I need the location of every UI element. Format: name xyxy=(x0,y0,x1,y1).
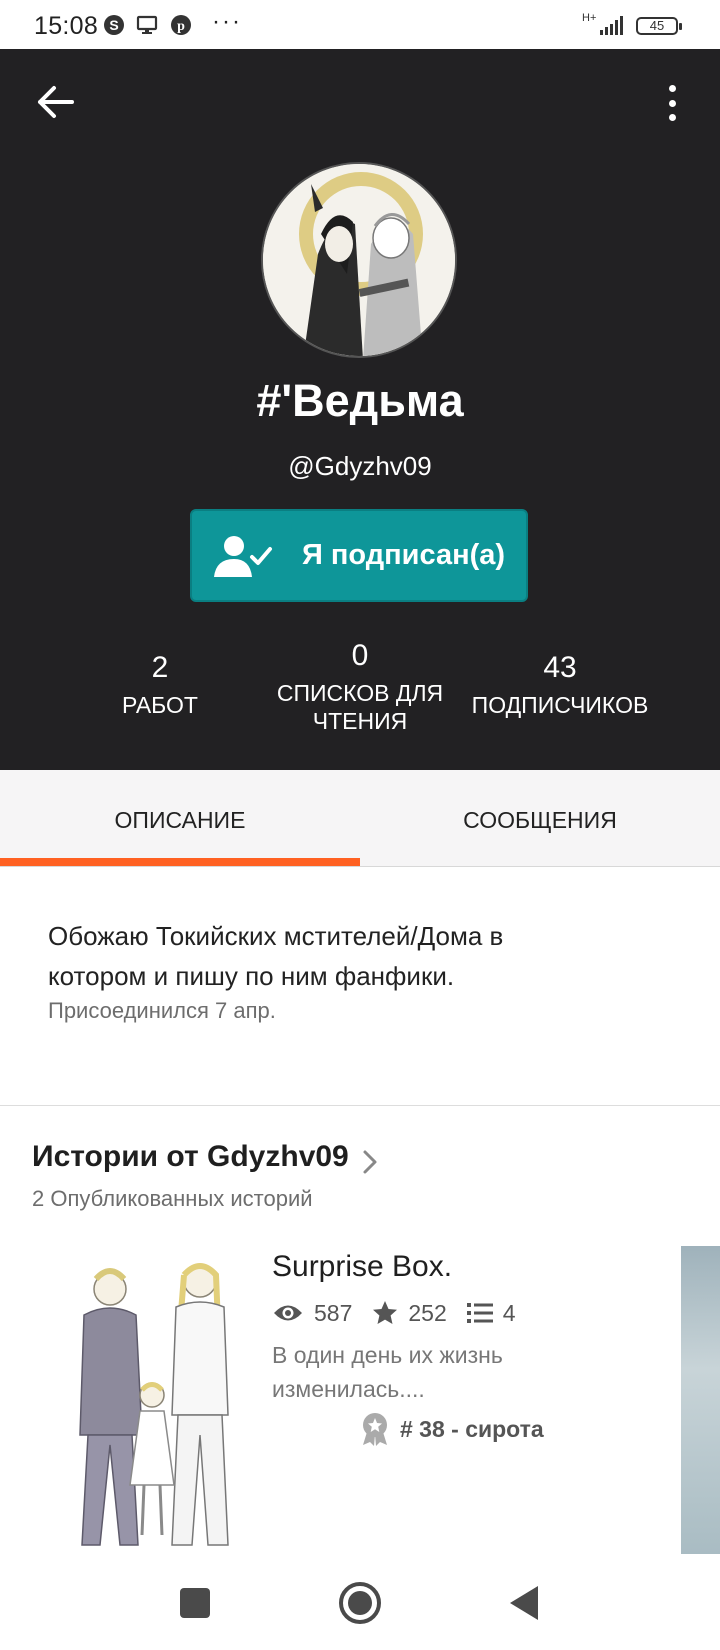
stat-followers-label: ПОДПИСЧИКОВ xyxy=(471,692,649,718)
list-icon xyxy=(466,1303,493,1323)
stat-works-value: 2 xyxy=(151,651,169,684)
next-story-cover[interactable] xyxy=(681,1246,720,1554)
votes-value: 252 xyxy=(408,1299,447,1326)
display-name: #'Ведьма xyxy=(256,375,464,426)
tab-about[interactable]: ОПИСАНИЕ xyxy=(0,770,360,866)
battery-icon: 45 xyxy=(636,17,682,35)
stories-title[interactable]: Истории от Gdyzhv09 xyxy=(32,1140,349,1174)
monitor-icon xyxy=(136,14,158,36)
section-divider xyxy=(0,1105,720,1106)
stat-lists-value: 0 xyxy=(351,639,369,672)
follow-button[interactable]: Я подписан(а) xyxy=(190,509,528,602)
stat-lists-label-line1: СПИСКОВ ДЛЯ xyxy=(276,680,444,706)
skype-icon: S xyxy=(103,14,125,36)
status-bar: 15:08 S p ··· H+ 45 xyxy=(0,0,720,49)
profile-tabs: ОПИСАНИЕ СООБЩЕНИЯ xyxy=(0,770,720,867)
svg-text:S: S xyxy=(109,17,118,33)
story-description: В один день их жизнь изменилась.... xyxy=(272,1338,572,1406)
follow-label: Я подписан(а) xyxy=(302,539,506,571)
stat-followers[interactable]: 43 ПОДПИСЧИКОВ xyxy=(460,651,660,719)
story-meta: 587 252 4 xyxy=(272,1296,536,1330)
profile-header: #'Ведьма @Gdyzhv09 Я подписан(а) 2 РАБОТ… xyxy=(0,49,720,770)
more-options-button[interactable] xyxy=(660,85,684,121)
network-type: H+ xyxy=(582,12,597,24)
back-arrow-icon xyxy=(38,86,74,118)
ribbon-icon xyxy=(363,1413,387,1446)
pinterest-icon: p xyxy=(170,14,192,36)
chevron-right-icon[interactable] xyxy=(362,1149,378,1175)
reads-value: 587 xyxy=(314,1299,353,1326)
story-title[interactable]: Surprise Box. xyxy=(272,1250,452,1284)
user-check-icon xyxy=(214,536,272,577)
about-text-line1: Обожаю Токийских мстителей/Дома в xyxy=(48,921,504,951)
stat-reading-lists[interactable]: 0 СПИСКОВ ДЛЯ ЧТЕНИЯ xyxy=(260,639,460,735)
votes-count: 252 xyxy=(372,1299,447,1327)
username: @Gdyzhv09 xyxy=(288,451,432,481)
parts-value: 4 xyxy=(502,1299,516,1326)
system-back-button[interactable] xyxy=(508,1584,540,1622)
status-time: 15:08 xyxy=(34,12,99,40)
eye-icon xyxy=(274,1305,302,1321)
reads-count: 587 xyxy=(272,1300,352,1327)
tab-messages[interactable]: СООБЩЕНИЯ xyxy=(360,770,720,866)
recent-apps-button[interactable] xyxy=(180,1588,210,1618)
star-icon xyxy=(373,1301,398,1324)
back-button[interactable] xyxy=(36,85,76,119)
story-cover[interactable] xyxy=(32,1245,240,1553)
system-nav-bar xyxy=(0,1554,720,1650)
story-description-line1: В один день их жизнь xyxy=(272,1342,503,1368)
stat-works-label: РАБОТ xyxy=(122,692,198,718)
svg-text:p: p xyxy=(177,19,185,34)
story-description-line2: изменилась.... xyxy=(272,1376,425,1402)
home-button[interactable] xyxy=(338,1581,382,1625)
about-section: Обожаю Токийских мстителей/Дома в которо… xyxy=(48,916,688,1024)
active-tab-indicator xyxy=(0,858,360,866)
stat-lists-label-line2: ЧТЕНИЯ xyxy=(312,708,408,734)
more-vertical-icon xyxy=(668,85,676,92)
story-rank[interactable]: # 38 - сирота xyxy=(360,1412,544,1446)
about-text-line2: котором и пишу по ним фанфики. xyxy=(48,961,455,991)
stat-works[interactable]: 2 РАБОТ xyxy=(80,651,240,719)
stories-count: 2 Опубликованных историй xyxy=(32,1186,313,1211)
signal-icon xyxy=(598,14,626,36)
avatar xyxy=(261,162,457,358)
stat-followers-value: 43 xyxy=(543,651,577,684)
more-notifications-icon: ··· xyxy=(212,8,242,35)
joined-date: Присоединился 7 апр. xyxy=(48,998,276,1023)
rank-label: # 38 - сирота xyxy=(400,1415,544,1442)
parts-count: 4 xyxy=(466,1299,516,1327)
